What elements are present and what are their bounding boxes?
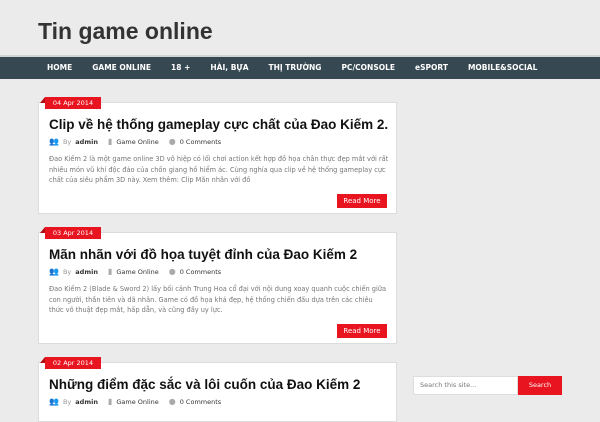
bookmark-icon: ▮: [107, 267, 113, 276]
author-link[interactable]: admin: [75, 138, 98, 146]
read-more-button[interactable]: Read More: [337, 194, 387, 208]
post-card: 02 Apr 2014 Những điểm đặc sắc và lôi cu…: [38, 357, 397, 422]
search-input[interactable]: Search this site...: [413, 376, 518, 395]
date-tag: 04 Apr 2014: [40, 97, 101, 109]
post-card: 03 Apr 2014 Mãn nhãn với đồ họa tuyệt đỉ…: [38, 227, 397, 344]
author-link[interactable]: admin: [75, 398, 98, 406]
comment-icon: ●: [168, 397, 176, 406]
category-link[interactable]: Game Online: [116, 398, 158, 406]
nav-thi-truong[interactable]: THỊ TRƯỜNG: [269, 57, 322, 79]
main-nav: HOME GAME ONLINE 18 + HÀI, BỰA THỊ TRƯỜN…: [0, 57, 600, 79]
comments-link[interactable]: 0 Comments: [180, 398, 221, 406]
nav-game-online[interactable]: GAME ONLINE: [92, 57, 151, 79]
user-icon: 👥: [49, 397, 59, 406]
comment-icon: ●: [168, 267, 176, 276]
search-form: Search this site... Search: [413, 376, 562, 395]
read-more-button[interactable]: Read More: [337, 324, 387, 338]
by-label: By: [62, 137, 72, 146]
nav-pc-console[interactable]: PC/CONSOLE: [341, 57, 395, 79]
post-title[interactable]: Những điểm đặc sắc và lôi cuốn của Đao K…: [49, 377, 360, 392]
date-tag: 02 Apr 2014: [40, 357, 101, 369]
bookmark-icon: ▮: [107, 137, 113, 146]
author-link[interactable]: admin: [75, 268, 98, 276]
comments-link[interactable]: 0 Comments: [180, 268, 221, 276]
post-meta: 👥 By admin ▮ Game Online ● 0 Comments: [49, 397, 221, 406]
nav-mobile-social[interactable]: MOBILE&SOCIAL: [468, 57, 537, 79]
search-button[interactable]: Search: [518, 376, 562, 395]
post-excerpt: Đao Kiếm 2 là một game online 3D võ hiệp…: [49, 155, 389, 184]
user-icon: 👥: [49, 267, 59, 276]
date-tag: 03 Apr 2014: [40, 227, 101, 239]
category-link[interactable]: Game Online: [116, 268, 158, 276]
comments-link[interactable]: 0 Comments: [180, 138, 221, 146]
by-label: By: [62, 397, 72, 406]
site-title[interactable]: Tin game online: [38, 18, 213, 45]
nav-esport[interactable]: eSPORT: [415, 57, 448, 79]
nav-hai-bua[interactable]: HÀI, BỰA: [210, 57, 248, 79]
post-title[interactable]: Mãn nhãn với đồ họa tuyệt đỉnh của Đao K…: [49, 247, 357, 262]
user-icon: 👥: [49, 137, 59, 146]
post-meta: 👥 By admin ▮ Game Online ● 0 Comments: [49, 267, 221, 276]
post-meta: 👥 By admin ▮ Game Online ● 0 Comments: [49, 137, 221, 146]
post-excerpt: Đao Kiếm 2 (Blade & Sword 2) lấy bối cản…: [49, 285, 387, 314]
nav-18[interactable]: 18 +: [171, 57, 190, 79]
category-link[interactable]: Game Online: [116, 138, 158, 146]
bookmark-icon: ▮: [107, 397, 113, 406]
comment-icon: ●: [168, 137, 176, 146]
post-card: 04 Apr 2014 Clip về hệ thống gameplay cự…: [38, 97, 397, 214]
by-label: By: [62, 267, 72, 276]
post-title[interactable]: Clip về hệ thống gameplay cực chất của Đ…: [49, 117, 388, 132]
nav-home[interactable]: HOME: [47, 57, 72, 79]
